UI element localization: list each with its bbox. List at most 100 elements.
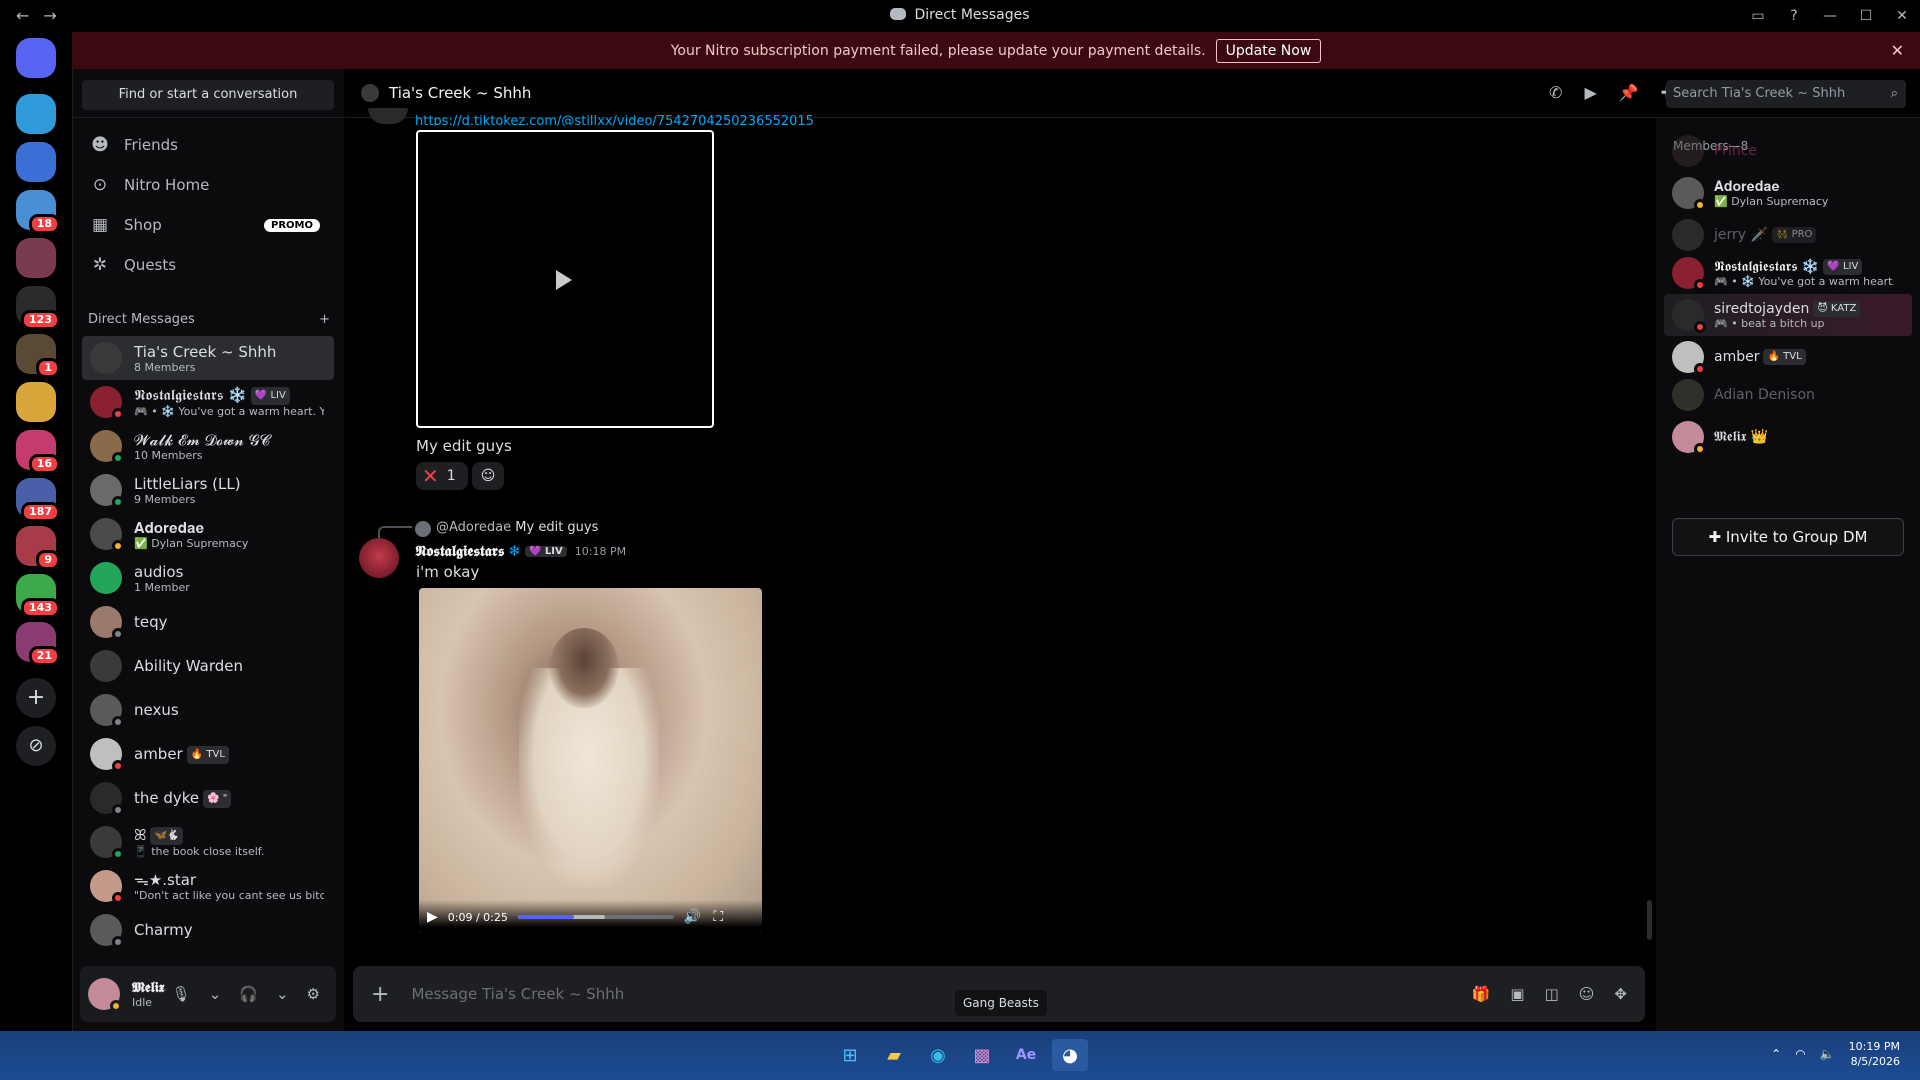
discord-logo-icon (890, 8, 907, 20)
message-link[interactable]: https://d.tiktokez.com/@stillxx/video/75… (415, 114, 845, 126)
file-explorer-icon[interactable]: ▰ (876, 1039, 912, 1071)
notification-badge: 187 (21, 502, 60, 522)
nav-nitro-home[interactable]: ⊙ Nitro Home (82, 166, 334, 204)
sticker-icon[interactable]: ◫ (1545, 985, 1559, 1003)
reaction-x[interactable]: ✕ 1 (416, 462, 468, 490)
server-icon[interactable]: 18 (16, 190, 60, 234)
avatar (90, 738, 124, 772)
author-avatar[interactable] (359, 538, 399, 578)
member-item[interactable]: 𝕸𝖊𝖑𝖎𝖝 👑 (1664, 416, 1912, 458)
volume-icon[interactable]: 🔊 (684, 909, 701, 925)
reply-preview[interactable]: @Adoredae My edit guys (436, 520, 598, 535)
clock[interactable]: 10:19 PM 8/5/2026 (1849, 1039, 1900, 1069)
app-icon[interactable]: ▩ (964, 1039, 1000, 1071)
dm-item[interactable]: Tia's Creek ~ Shhh 8 Members (82, 336, 334, 380)
find-conversation-button[interactable]: Find or start a conversation (82, 80, 334, 110)
message-author[interactable]: 𝕹𝖔𝖘𝖙𝖆𝖑𝖌𝖎𝖊𝖘𝖙𝖆𝖗𝖘 ❄ 💜 LIV 10:18 PM (415, 542, 626, 560)
update-now-button[interactable]: Update Now (1215, 38, 1322, 63)
dm-item[interactable]: 𝓦𝓪𝓵𝓴 𝓔𝓶 𝓓𝓸𝔀𝓷 𝓖𝓒 10 Members (82, 424, 334, 468)
chevron-up-icon[interactable]: ⌃ (1771, 1047, 1781, 1061)
server-icon[interactable] (16, 38, 56, 78)
close-window-button[interactable]: ✕ (1884, 8, 1920, 24)
server-list: 18 123 1 16 187 9 143 21 + ⊘ (0, 32, 72, 1031)
gift-icon[interactable]: 🎁 (1472, 985, 1491, 1003)
video-attachment[interactable]: ▶ 0:09 / 0:25 🔊 ⛶ (419, 588, 762, 934)
add-attachment-icon[interactable]: + (371, 982, 389, 1007)
search-input[interactable]: Search Tia's Creek ~ Shhh ⌕ (1666, 80, 1906, 108)
pin-icon[interactable]: 📌 (1619, 83, 1639, 102)
dm-item[interactable]: amber 🔥 TVL (82, 732, 334, 776)
dm-item[interactable]: teqy (82, 600, 334, 644)
gear-icon[interactable]: ⚙ (307, 985, 320, 1003)
invite-to-group-dm-button[interactable]: ✚ Invite to Group DM (1672, 518, 1904, 556)
play-icon[interactable]: ▶ (427, 909, 438, 925)
server-icon[interactable] (16, 142, 56, 182)
server-icon[interactable]: 143 (16, 574, 60, 618)
add-reaction-button[interactable]: ☺ (472, 462, 504, 490)
server-icon[interactable]: 123 (16, 286, 60, 330)
server-tag: 💜 LIV (1823, 258, 1863, 275)
headphones-icon[interactable]: 🎧 (239, 985, 258, 1003)
nav-friends[interactable]: ☻ Friends (82, 126, 334, 164)
dm-item[interactable]: nexus (82, 688, 334, 732)
chevron-down-icon[interactable]: ⌄ (209, 985, 222, 1003)
server-icon[interactable] (16, 382, 56, 422)
wifi-icon[interactable]: ◠ (1795, 1047, 1805, 1061)
avatar[interactable] (88, 978, 122, 1012)
member-item[interactable]: Adian Denison (1664, 374, 1912, 416)
close-banner-icon[interactable]: ✕ (1891, 41, 1904, 60)
call-icon[interactable]: ✆ (1549, 83, 1562, 102)
member-item[interactable]: 𝐀𝐝𝐨𝐫𝐞𝐝𝐚𝐞 ✅ Dylan Supremacy (1664, 172, 1912, 214)
minimize-button[interactable]: — (1812, 8, 1848, 24)
dm-item[interactable]: Charmy (82, 908, 334, 952)
nav-shop[interactable]: ▦ Shop PROMO (82, 206, 334, 244)
edge-browser-icon[interactable]: ◉ (920, 1039, 956, 1071)
volume-icon[interactable]: 🔈 (1820, 1047, 1835, 1061)
server-icon[interactable]: 1 (16, 334, 60, 378)
after-effects-icon[interactable]: Ae (1008, 1039, 1044, 1071)
microphone-icon[interactable]: 🎙 (172, 985, 191, 1003)
server-icon[interactable]: 9 (16, 526, 60, 570)
nav-quests[interactable]: ✲ Quests (82, 246, 334, 284)
server-icon[interactable]: 16 (16, 430, 60, 474)
server-icon[interactable] (16, 238, 56, 278)
server-icon[interactable]: 187 (16, 478, 60, 522)
windows-start-icon[interactable]: ⊞ (832, 1039, 868, 1071)
message-text: My edit guys (416, 437, 512, 455)
discover-icon[interactable]: ⊘ (16, 726, 56, 766)
gif-icon[interactable]: ▣ (1510, 985, 1524, 1003)
member-item[interactable]: jerry 🗡️ 👯 PRO (1664, 214, 1912, 256)
video-embed[interactable] (416, 130, 714, 428)
maximize-button[interactable]: ☐ (1848, 8, 1884, 24)
dm-item[interactable]: 𝕹𝖔𝖘𝖙𝖆𝖑𝖌𝖎𝖊𝖘𝖙𝖆𝖗𝖘 ❄️ 💜 LIV 🎮 • ❄️ You've got … (82, 380, 334, 424)
member-item[interactable]: amber 🔥 TVL (1664, 336, 1912, 378)
dm-item[interactable]: LittleLiars (LL) 9 Members (82, 468, 334, 512)
emoji-icon[interactable]: ☺ (1579, 985, 1595, 1003)
member-item[interactable]: Prince (1664, 130, 1912, 172)
server-avatar (16, 382, 56, 422)
dm-item[interactable]: 𝐀𝐝𝐨𝐫𝐞𝐝𝐚𝐞 ✅ Dylan Supremacy (82, 512, 334, 556)
member-item[interactable]: siredtojayden 😈 KATZ 🎮 • beat a bitch up (1664, 294, 1912, 336)
apps-icon[interactable]: ✥ (1614, 985, 1627, 1003)
dm-subtitle: ✅ Dylan Supremacy (134, 536, 249, 550)
help-icon[interactable]: ? (1776, 8, 1812, 24)
dm-item[interactable]: audios 1 Member (82, 556, 334, 600)
dm-item[interactable]: the dyke 🌸 " (82, 776, 334, 820)
dm-name: 𝓦𝓪𝓵𝓴 𝓔𝓶 𝓓𝓸𝔀𝓷 𝓖𝓒 (134, 430, 271, 449)
video-progress[interactable] (517, 915, 674, 919)
member-item[interactable]: 𝕹𝖔𝖘𝖙𝖆𝖑𝖌𝖎𝖊𝖘𝖙𝖆𝖗𝖘 ❄️ 💜 LIV 🎮 • ❄️ You've got … (1664, 252, 1912, 294)
server-icon[interactable]: 21 (16, 622, 60, 666)
dm-item[interactable]: ᯓ★.star "Don't act like you cant see us b… (82, 864, 334, 908)
inbox-icon[interactable]: ▭ (1740, 8, 1776, 24)
discord-taskbar-icon[interactable]: ◕ (1052, 1039, 1088, 1071)
fullscreen-icon[interactable]: ⛶ (713, 909, 723, 925)
add-server-icon[interactable]: + (16, 678, 56, 718)
play-icon[interactable] (556, 270, 572, 290)
chevron-down-icon[interactable]: ⌄ (276, 985, 289, 1003)
dm-item[interactable]: ꕤ 🦋🐇 📱 the book close itself. (82, 820, 334, 864)
video-call-icon[interactable]: ▶ (1584, 83, 1596, 102)
scrollbar[interactable] (1647, 900, 1652, 940)
server-icon[interactable] (16, 94, 56, 134)
create-dm-icon[interactable]: + (319, 312, 330, 327)
dm-item[interactable]: Ability Warden (82, 644, 334, 688)
